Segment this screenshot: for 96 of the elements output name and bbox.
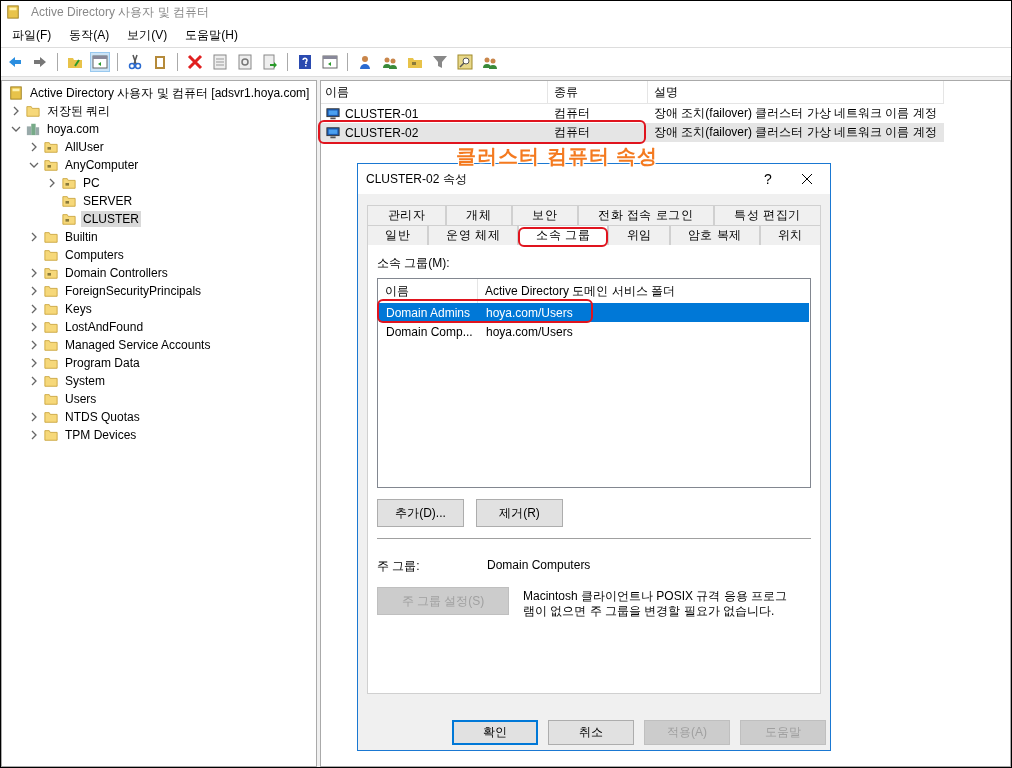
- tree-item[interactable]: System: [63, 373, 107, 389]
- ou-folder-icon: [43, 266, 59, 280]
- dialog-button[interactable]: 추가(D)...: [377, 499, 464, 527]
- tab[interactable]: 위임: [608, 225, 670, 245]
- tree-item[interactable]: SERVER: [81, 193, 135, 209]
- pane-icon[interactable]: [90, 52, 110, 72]
- folder-icon: [43, 320, 59, 334]
- menu-item[interactable]: 파일(F): [11, 26, 53, 44]
- column-header[interactable]: 설명: [648, 81, 944, 103]
- tree-item[interactable]: LostAndFound: [63, 319, 146, 335]
- annotation-caption: 클러스터 컴퓨터 속성: [456, 145, 659, 167]
- tree-item[interactable]: Builtin: [63, 229, 100, 245]
- table-cell: CLUSTER-02: [345, 125, 419, 140]
- book-icon: [5, 5, 21, 19]
- refresh-icon[interactable]: [235, 52, 255, 72]
- folder-icon: [43, 356, 59, 370]
- column-header[interactable]: 이름: [321, 81, 548, 103]
- table-cell: 장애 조치(failover) 클러스터 가상 네트워크 이름 계정: [654, 105, 937, 122]
- field-label: 소속 그룹(M):: [377, 255, 451, 272]
- computer-icon: [325, 125, 341, 140]
- folder-icon: [43, 392, 59, 406]
- ou-folder-icon: [61, 176, 77, 190]
- tree-item[interactable]: Users: [63, 391, 99, 407]
- help-button[interactable]: ?: [752, 171, 784, 187]
- computer-icon: [325, 106, 341, 121]
- ou-folder-icon: [61, 212, 77, 226]
- tree-item[interactable]: hoya.com: [45, 121, 102, 137]
- folder-icon: [25, 104, 41, 118]
- chevron-icon[interactable]: [28, 160, 40, 170]
- ou-folder-icon: [61, 194, 77, 208]
- menu-item[interactable]: 도움말(H): [184, 26, 239, 44]
- list-row[interactable]: Domain Comp... hoya.com/Users: [379, 322, 809, 341]
- folder-icon: [43, 248, 59, 262]
- tab[interactable]: 전화 접속 로그인: [577, 205, 714, 225]
- tree-item[interactable]: AllUser: [63, 139, 106, 155]
- search-icon[interactable]: [455, 52, 475, 72]
- tab[interactable]: 특성 편집기: [713, 205, 821, 225]
- window-title: Active Directory 사용자 및 컴퓨터: [31, 3, 210, 21]
- table-cell: 컴퓨터: [554, 124, 590, 141]
- folder-icon: [43, 374, 59, 388]
- folder-icon: [43, 338, 59, 352]
- export-icon[interactable]: [260, 52, 280, 72]
- dialog-title: CLUSTER-02 속성: [366, 171, 467, 186]
- domain-icon: [25, 122, 41, 136]
- tab[interactable]: 위치: [759, 225, 822, 245]
- field-value: Domain Computers: [487, 558, 591, 574]
- folder-icon: [43, 284, 59, 298]
- tree-item[interactable]: Managed Service Accounts: [63, 337, 213, 353]
- ou-folder-icon: [43, 158, 59, 172]
- field-label: 주 그룹:: [377, 558, 421, 575]
- tree-item[interactable]: TPM Devices: [63, 427, 139, 443]
- pane-icon[interactable]: [320, 52, 340, 72]
- dialog-button[interactable]: 제거(R): [476, 499, 563, 527]
- table-cell-text: hoya.com/Users: [485, 305, 574, 320]
- book-icon: [8, 86, 24, 100]
- tab[interactable]: 소속 그룹: [518, 225, 609, 245]
- delete-icon[interactable]: [185, 52, 205, 72]
- tree-item[interactable]: AnyComputer: [63, 157, 141, 173]
- list-row[interactable]: CLUSTER-01 컴퓨터 장애 조치(failover) 클러스터 가상 네트워크 이름 계정: [321, 104, 944, 123]
- table-cell: 장애 조치(failover) 클러스터 가상 네트워크 이름 계정: [654, 124, 937, 141]
- tree-item[interactable]: Keys: [63, 301, 94, 317]
- ou-folder-icon: [43, 140, 59, 154]
- tab[interactable]: 보안: [511, 205, 578, 225]
- tree-item[interactable]: Computers: [63, 247, 126, 263]
- tab[interactable]: 암호 복제: [669, 225, 760, 245]
- table-cell-text: Domain Admins: [385, 305, 472, 320]
- table-cell: CLUSTER-01: [345, 106, 419, 121]
- folder-icon: [43, 302, 59, 316]
- folder-icon: [43, 428, 59, 442]
- tree-item[interactable]: CLUSTER: [81, 211, 141, 227]
- tree-item[interactable]: Domain Controllers: [63, 265, 170, 281]
- chevron-icon[interactable]: [10, 124, 22, 134]
- menu-item[interactable]: 동작(A): [68, 26, 111, 44]
- dialog-button[interactable]: 취소: [548, 720, 634, 745]
- dialog-button[interactable]: 확인: [452, 720, 538, 745]
- close-icon[interactable]: [801, 173, 813, 185]
- tree-item[interactable]: 저장된 쿼리: [45, 101, 113, 121]
- table-cell-text: Domain Comp...: [385, 324, 474, 339]
- menu-item[interactable]: 보기(V): [126, 26, 169, 44]
- tab[interactable]: 개체: [445, 205, 512, 225]
- tree-item[interactable]: Active Directory 사용자 및 컴퓨터 [adsvr1.hoya.com]: [28, 83, 312, 103]
- help-text: Macintosh 클라이언트나 POSIX 규격 응용 프로그램이 없으면 주 그룹을 변경할 필요가 없습니다.: [523, 588, 789, 619]
- tab[interactable]: 관리자: [367, 205, 446, 225]
- column-header[interactable]: 종류: [548, 81, 648, 103]
- tree-item[interactable]: PC: [81, 175, 102, 191]
- folder-icon: [43, 410, 59, 424]
- tab[interactable]: 일반: [367, 225, 429, 245]
- tree-item[interactable]: NTDS Quotas: [63, 409, 142, 425]
- tree-item[interactable]: Program Data: [63, 355, 142, 371]
- tab[interactable]: 운영 체제: [428, 225, 519, 245]
- tree-item[interactable]: ForeignSecurityPrincipals: [63, 283, 204, 299]
- table-cell: 컴퓨터: [554, 105, 590, 122]
- table-cell-text: hoya.com/Users: [485, 324, 574, 339]
- list-row[interactable]: CLUSTER-02 컴퓨터 장애 조치(failover) 클러스터 가상 네트워크 이름 계정: [321, 123, 944, 142]
- column-header[interactable]: Active Directory 도메인 서비스 폴더: [478, 279, 810, 303]
- folder-icon: [43, 230, 59, 244]
